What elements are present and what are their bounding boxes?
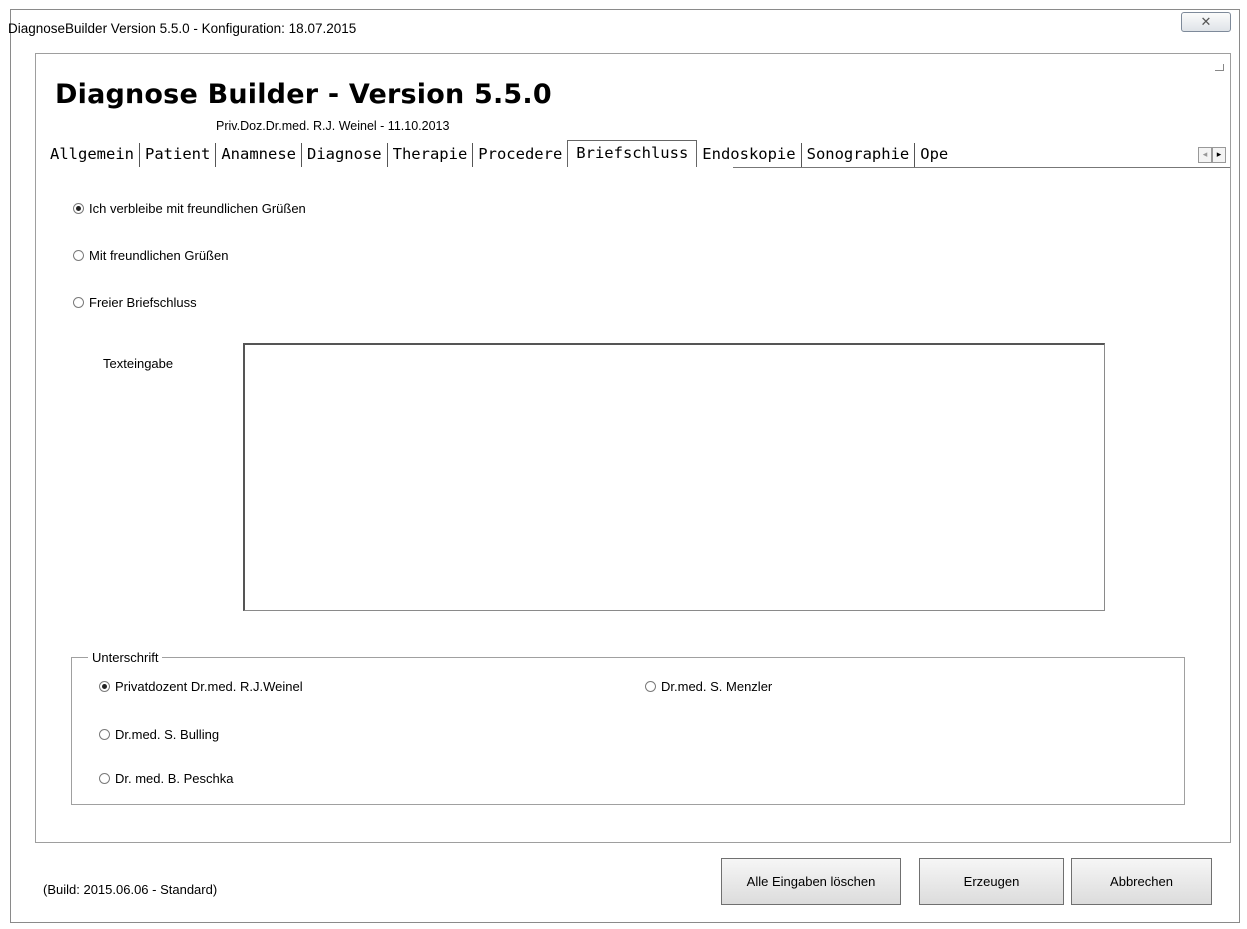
tab-scroll-buttons: ◂ ▸: [1198, 147, 1226, 163]
radio-unchecked-icon: [99, 729, 110, 740]
window-title: DiagnoseBuilder Version 5.5.0 - Konfigur…: [8, 21, 357, 36]
scroll-left-icon[interactable]: ◂: [1198, 147, 1212, 163]
clear-all-button[interactable]: Alle Eingaben löschen: [721, 858, 901, 905]
tab-briefschluss[interactable]: Briefschluss: [567, 140, 698, 167]
text-input-label: Texteingabe: [103, 356, 174, 371]
app-title: Diagnose Builder - Version 5.5.0: [55, 79, 552, 110]
radio-unchecked-icon: [73, 297, 84, 308]
closing-text-input[interactable]: [243, 343, 1105, 611]
tab-procedere[interactable]: Procedere: [473, 143, 567, 167]
closing-option-2[interactable]: Mit freundlichen Grüßen: [73, 248, 228, 263]
radio-checked-icon: [73, 203, 84, 214]
tab-anamnese[interactable]: Anamnese: [216, 143, 302, 167]
tab-endoskopie[interactable]: Endoskopie: [697, 143, 802, 167]
signature-option-weinel[interactable]: Privatdozent Dr.med. R.J.Weinel: [99, 679, 303, 694]
tab-allgemein[interactable]: Allgemein: [45, 143, 140, 167]
close-icon: ✕: [1200, 14, 1212, 30]
signature-legend: Unterschrift: [88, 650, 163, 665]
signature-option-peschka[interactable]: Dr. med. B. Peschka: [99, 771, 234, 786]
radio-unchecked-icon: [645, 681, 656, 692]
app-subtitle: Priv.Doz.Dr.med. R.J. Weinel - 11.10.201…: [216, 119, 450, 133]
closing-option-label: Ich verbleibe mit freundlichen Grüßen: [89, 201, 306, 216]
signature-option-label: Dr.med. S. Bulling: [115, 727, 220, 742]
tab-ope[interactable]: Ope: [915, 143, 953, 167]
generate-button[interactable]: Erzeugen: [919, 858, 1064, 905]
resize-icon: [1215, 64, 1224, 71]
tab-strip: Allgemein Patient Anamnese Diagnose Ther…: [45, 140, 953, 169]
build-info: (Build: 2015.06.06 - Standard): [43, 882, 218, 897]
signature-option-label: Dr. med. B. Peschka: [115, 771, 234, 786]
closing-option-3[interactable]: Freier Briefschluss: [73, 295, 197, 310]
signature-group: Unterschrift Privatdozent Dr.med. R.J.We…: [71, 650, 1185, 805]
dialog-window: DiagnoseBuilder Version 5.5.0 - Konfigur…: [8, 9, 1240, 923]
scroll-right-icon[interactable]: ▸: [1212, 147, 1226, 163]
signature-option-menzler[interactable]: Dr.med. S. Menzler: [645, 679, 772, 694]
radio-unchecked-icon: [99, 773, 110, 784]
tab-patient[interactable]: Patient: [140, 143, 217, 167]
cancel-button[interactable]: Abbrechen: [1071, 858, 1212, 905]
tab-diagnose[interactable]: Diagnose: [302, 143, 388, 167]
signature-option-label: Dr.med. S. Menzler: [661, 679, 773, 694]
tab-sonographie[interactable]: Sonographie: [802, 143, 916, 167]
tab-divider: [733, 167, 1230, 168]
closing-option-label: Mit freundlichen Grüßen: [89, 248, 229, 263]
closing-option-label: Freier Briefschluss: [89, 295, 197, 310]
signature-option-bulling[interactable]: Dr.med. S. Bulling: [99, 727, 219, 742]
closing-option-1[interactable]: Ich verbleibe mit freundlichen Grüßen: [73, 201, 306, 216]
close-button[interactable]: ✕: [1181, 12, 1231, 32]
tab-therapie[interactable]: Therapie: [388, 143, 474, 167]
client-area: Diagnose Builder - Version 5.5.0 Priv.Do…: [35, 53, 1231, 843]
title-bar: DiagnoseBuilder Version 5.5.0 - Konfigur…: [8, 10, 1239, 50]
signature-option-label: Privatdozent Dr.med. R.J.Weinel: [115, 679, 303, 694]
radio-checked-icon: [99, 681, 110, 692]
radio-unchecked-icon: [73, 250, 84, 261]
